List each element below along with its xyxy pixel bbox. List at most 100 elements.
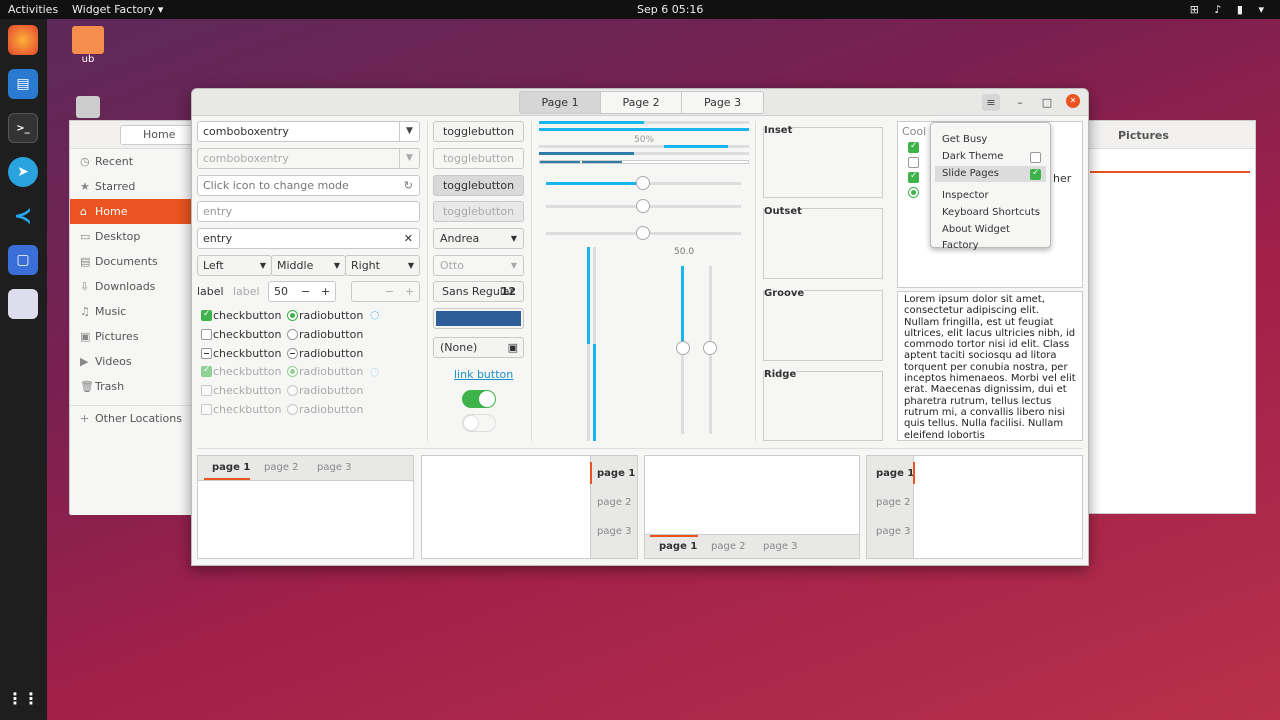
list-checkbox[interactable] — [908, 171, 919, 183]
spin-plus[interactable]: + — [321, 282, 330, 301]
terminal-icon[interactable]: >_ — [8, 113, 38, 143]
system-tray[interactable]: ⊞ ♪ ▮ ▾ — [1190, 3, 1270, 16]
list-radio[interactable] — [908, 187, 919, 198]
sidebar-item-documents[interactable]: ▤ Documents — [70, 249, 191, 274]
icon-entry[interactable]: Click icon to change mode ↻ — [197, 175, 420, 196]
combo-right-label: Right — [351, 259, 380, 272]
chevron-down-icon: ▼ — [510, 261, 517, 270]
sidebar-item-other-locations[interactable]: + Other Locations — [70, 405, 191, 430]
notebook-tab-1[interactable]: page 1 — [876, 468, 914, 479]
list-checkbox[interactable] — [908, 141, 919, 153]
entry-placeholder[interactable]: entry — [197, 201, 420, 222]
notebook-tab-1[interactable]: page 1 — [597, 468, 635, 479]
slide-pages-checkbox[interactable] — [1030, 168, 1041, 180]
widget-factory-icon[interactable] — [8, 289, 38, 319]
checkbox-unchecked[interactable] — [201, 329, 212, 340]
menu-keyboard-shortcuts[interactable]: Keyboard Shortcuts — [935, 205, 1046, 221]
trash-desktop-icon[interactable] — [76, 96, 100, 118]
font-button[interactable]: Sans Regular 12 — [433, 281, 524, 302]
notebook-tab-3[interactable]: page 3 — [597, 526, 632, 537]
scale-handle[interactable] — [636, 176, 650, 190]
screenshot-icon[interactable]: ▢ — [8, 245, 38, 275]
tab-page-1[interactable]: Page 1 — [520, 92, 601, 113]
sidebar-item-desktop[interactable]: ▭ Desktop — [70, 224, 191, 249]
tab-page-2[interactable]: Page 2 — [601, 92, 682, 113]
scale-handle[interactable] — [636, 199, 650, 213]
notebook-tab-3[interactable]: page 3 — [876, 526, 911, 537]
list-checkbox[interactable] — [908, 157, 919, 168]
chevron-down-icon[interactable]: ▼ — [399, 122, 419, 141]
menu-about[interactable]: About Widget Factory — [935, 222, 1046, 251]
sidebar-item-music[interactable]: ♫ Music — [70, 299, 191, 324]
sidebar-item-recent[interactable]: ◷ Recent — [70, 149, 191, 174]
files-sidebar: ◷ Recent ★ Starred ⌂ Home ▭ Desktop ▤ Documents ⇩ D… — [70, 149, 192, 515]
refresh-icon[interactable]: ↻ — [404, 176, 413, 195]
minimize-button[interactable]: – — [1011, 94, 1029, 111]
sidebar-item-pictures[interactable]: ▣ Pictures — [70, 324, 191, 349]
sidebar-item-starred[interactable]: ★ Starred — [70, 174, 191, 199]
files-icon[interactable]: ▤ — [8, 69, 38, 99]
tab-page-3[interactable]: Page 3 — [682, 92, 763, 113]
notebook-tab-3[interactable]: page 3 — [317, 462, 352, 473]
combo-andrea[interactable]: Andrea ▼ — [433, 228, 524, 249]
switch-knob — [463, 415, 479, 431]
close-button[interactable]: ✕ — [1066, 94, 1080, 108]
tab-indicator — [204, 478, 250, 480]
sidebar-item-videos[interactable]: ▶ Videos — [70, 349, 191, 374]
checkbox-mixed[interactable] — [201, 348, 212, 359]
link-button[interactable]: link button — [454, 368, 513, 381]
checkbox-label: checkbutton — [213, 384, 282, 397]
notebook-tab-2[interactable]: page 2 — [264, 462, 299, 473]
switch-off[interactable] — [462, 414, 496, 432]
radio-mixed[interactable] — [287, 348, 298, 359]
files-tab[interactable]: Pictures — [1118, 129, 1169, 142]
checkbox-checked[interactable] — [201, 309, 212, 321]
menu-get-busy[interactable]: Get Busy — [935, 132, 1046, 148]
combo-right[interactable]: Right ▼ — [345, 255, 420, 276]
notebook-tab-2[interactable]: page 2 — [711, 541, 746, 552]
color-button[interactable] — [433, 308, 524, 329]
desktop-folder[interactable]: ub — [72, 26, 104, 65]
notebook-tab-2[interactable]: page 2 — [597, 497, 632, 508]
toggle-button-active[interactable]: togglebutton — [433, 175, 524, 196]
radio-selected[interactable] — [287, 310, 298, 321]
activities-button[interactable]: Activities — [8, 3, 58, 16]
combobox-entry[interactable]: comboboxentry ▼ — [197, 121, 420, 142]
app-menu[interactable]: Widget Factory ▾ — [72, 3, 163, 16]
entry-field[interactable]: entry ✕ — [197, 228, 420, 249]
notebook-tab-2[interactable]: page 2 — [876, 497, 911, 508]
scale-handle[interactable] — [676, 341, 690, 355]
maximize-button[interactable]: □ — [1038, 94, 1056, 111]
radio-unselected[interactable] — [287, 329, 298, 340]
path-bar[interactable]: Home — [120, 125, 195, 145]
scale-handle[interactable] — [636, 226, 650, 240]
switch-on[interactable] — [462, 390, 496, 408]
combo-left[interactable]: Left ▼ — [197, 255, 272, 276]
sidebar-item-label: Home — [95, 205, 128, 218]
clock[interactable]: Sep 6 05:16 — [637, 3, 703, 16]
file-chooser-button[interactable]: (None) ▣ — [433, 337, 524, 358]
telegram-icon[interactable]: ➤ — [8, 157, 38, 187]
vprogress-fill — [593, 344, 596, 441]
frame-label: Groove — [764, 288, 805, 299]
combo-middle[interactable]: Middle ▼ — [271, 255, 346, 276]
notebook-tab-3[interactable]: page 3 — [763, 541, 798, 552]
sidebar-item-home[interactable]: ⌂ Home — [70, 199, 191, 224]
show-apps-icon[interactable]: ⋮⋮ — [7, 683, 39, 713]
spin-button[interactable]: 50− + — [268, 281, 336, 302]
scale-handle[interactable] — [703, 341, 717, 355]
notebook-tab-1[interactable]: page 1 — [659, 541, 697, 552]
separator — [427, 121, 428, 441]
firefox-icon[interactable] — [8, 25, 38, 55]
toggle-button[interactable]: togglebutton — [433, 121, 524, 142]
notebook-tab-1[interactable]: page 1 — [212, 462, 250, 473]
menu-button[interactable]: ≡ — [982, 94, 1000, 111]
clear-icon[interactable]: ✕ — [404, 229, 413, 248]
sidebar-item-downloads[interactable]: ⇩ Downloads — [70, 274, 191, 299]
menu-inspector[interactable]: Inspector — [935, 188, 1046, 204]
spin-minus[interactable]: − — [301, 282, 310, 301]
sidebar-item-trash[interactable]: 🗑 Trash — [70, 374, 191, 399]
dark-theme-checkbox[interactable] — [1030, 152, 1041, 163]
text-view[interactable]: Lorem ipsum dolor sit amet, consectetur … — [897, 291, 1083, 441]
vscode-icon[interactable]: ≺ — [8, 201, 38, 231]
